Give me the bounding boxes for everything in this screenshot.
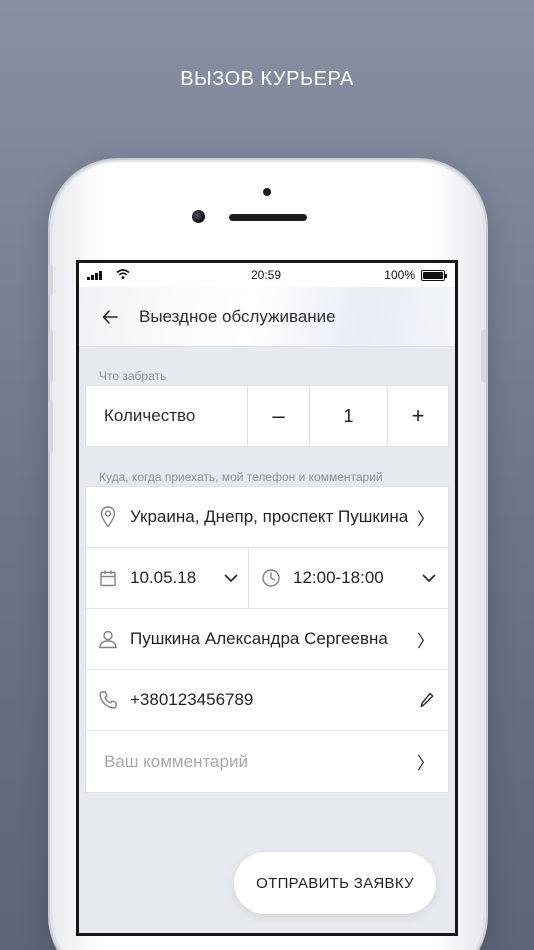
quantity-value: 1 — [310, 386, 388, 446]
person-icon — [96, 627, 120, 651]
chevron-down-icon — [422, 574, 436, 582]
calendar-icon — [96, 566, 120, 590]
increment-button[interactable]: + — [388, 386, 448, 446]
comment-input[interactable]: Ваш комментарий — [96, 752, 420, 772]
status-time: 20:59 — [250, 268, 282, 282]
phone-icon — [96, 688, 120, 712]
wifi-icon — [116, 268, 130, 282]
pencil-icon[interactable] — [420, 691, 434, 709]
phone-value: +380123456789 — [130, 690, 254, 709]
promo-title: ВЫЗОВ КУРЬЕРА — [180, 68, 354, 90]
form-content: Что забрать Количество – 1 + Куда, когда… — [79, 369, 455, 793]
chevron-down-icon — [224, 574, 238, 582]
phone-screen: 20:59 100% Выездное обслуживание Что заб… — [76, 260, 458, 936]
pickup-section-label: Что забрать — [99, 369, 167, 383]
phone-volume-down — [48, 400, 53, 452]
phone-volume-up — [48, 330, 53, 382]
date-time-row: 10.05.18 12:00-18:00 — [86, 548, 448, 609]
delivery-section-label: Куда, когда приехать, мой телефон и комм… — [99, 470, 383, 484]
proximity-sensor — [263, 188, 271, 196]
comment-row[interactable]: Ваш комментарий 〉 — [86, 731, 448, 792]
submit-request-button[interactable]: ОТПРАВИТЬ ЗАЯВКУ — [234, 852, 436, 914]
clock-icon — [259, 566, 283, 590]
chevron-right-icon: 〉 — [417, 631, 434, 651]
time-value: 12:00-18:00 — [293, 568, 384, 587]
phone-power-button — [481, 330, 486, 382]
page-title: Выездное обслуживание — [139, 306, 336, 326]
earpiece-speaker — [229, 214, 307, 221]
signal-icon — [87, 270, 102, 280]
quantity-label: Количество — [86, 386, 248, 446]
contact-name-row[interactable]: Пушкина Александра Сергеевна 〉 — [86, 609, 448, 670]
address-value: Украина, Днепр, проспект Пушкина — [130, 507, 409, 526]
front-camera — [192, 210, 205, 223]
battery-icon — [421, 269, 447, 281]
address-row[interactable]: Украина, Днепр, проспект Пушкина 〉 — [86, 487, 448, 548]
status-bar: 20:59 100% — [79, 263, 455, 287]
date-value: 10.05.18 — [130, 568, 197, 587]
arrow-left-icon[interactable] — [99, 306, 121, 328]
chevron-right-icon: 〉 — [417, 509, 434, 529]
chevron-right-icon: 〉 — [417, 754, 434, 773]
quantity-card: Количество – 1 + — [85, 385, 449, 447]
app-header: Выездное обслуживание — [79, 287, 455, 347]
contact-name-value: Пушкина Александра Сергеевна — [130, 629, 388, 648]
phone-mute-switch — [48, 265, 53, 295]
decrement-button[interactable]: – — [248, 386, 310, 446]
time-picker[interactable]: 12:00-18:00 — [249, 548, 448, 608]
quantity-stepper: Количество – 1 + — [86, 386, 448, 446]
location-pin-icon — [96, 505, 120, 529]
phone-row[interactable]: +380123456789 — [86, 670, 448, 731]
date-picker[interactable]: 10.05.18 — [86, 548, 249, 608]
battery-percent: 100% — [384, 268, 415, 282]
delivery-card: Украина, Днепр, проспект Пушкина 〉 10.05… — [85, 486, 449, 793]
